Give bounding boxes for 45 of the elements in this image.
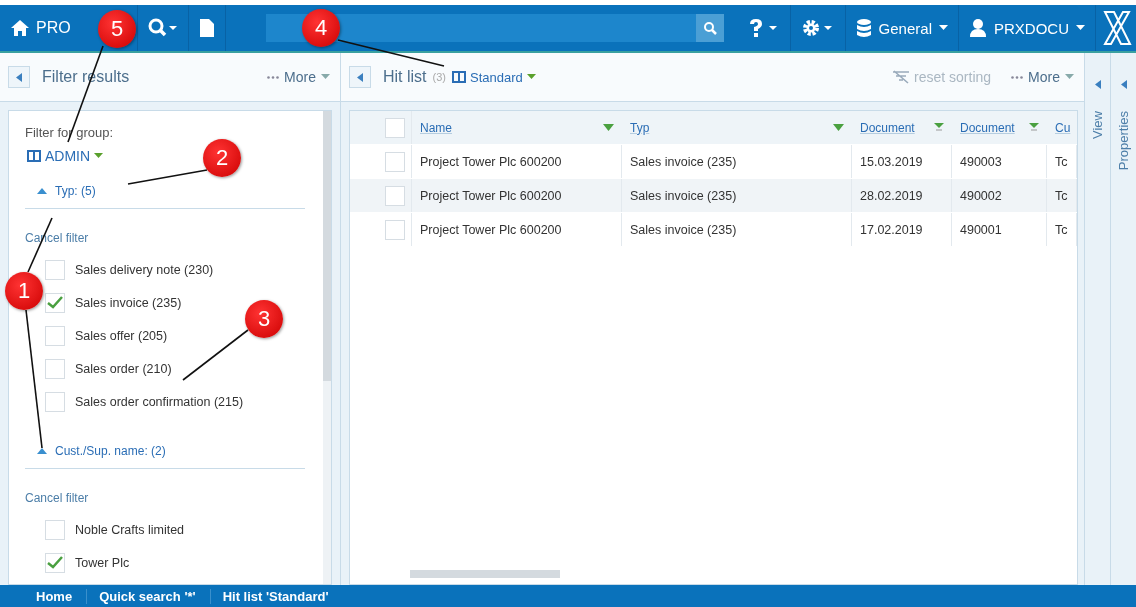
cancel-filter-link[interactable]: Cancel filter [25,491,305,505]
table-cell: Sales invoice (235) [622,145,852,178]
table-cell: Tc [1047,179,1077,212]
database-menu[interactable]: General [845,5,959,51]
table-cell: Project Tower Plc 600200 [412,179,622,212]
option-label: Noble Crafts limited [75,522,185,537]
breadcrumb-link[interactable]: Quick search '*' [86,588,210,604]
app-logo: PRO [36,19,71,37]
table-cell: 28.02.2019 [852,179,952,212]
column-header[interactable]: Name [420,120,452,135]
option-label: Sales invoice (235) [75,295,182,310]
view-dropdown[interactable]: Standard [452,69,536,85]
table-cell: Tc [1047,213,1077,246]
column-header[interactable]: Typ [630,120,650,135]
panel-title: Hit list [383,68,427,86]
option-label: Sales order confirmation (215) [75,394,244,409]
option-label: Sales delivery note (230) [75,262,214,277]
table-cell: Sales invoice (235) [622,179,852,212]
more-button[interactable]: More [267,69,330,85]
table-cell: Tc [1047,145,1077,178]
side-tab[interactable]: Properties [1116,111,1131,171]
option-label: Tower Plc [75,555,130,570]
hit-count: (3) [432,71,446,83]
table-cell: Sales invoice (235) [622,213,852,246]
section-header[interactable]: Cust./Sup. name: (2) [25,438,305,469]
side-tab[interactable]: View [1090,111,1105,139]
table-cell: 15.03.2019 [852,145,952,178]
table-cell: Project Tower Plc 600200 [412,145,622,178]
breadcrumb-link[interactable]: Hit list 'Standard' [209,588,343,604]
column-header[interactable]: Document [960,120,1015,135]
column-header[interactable]: Document [860,120,915,135]
group-dropdown[interactable]: ADMIN [25,148,106,164]
breadcrumb-link[interactable]: Home [0,588,87,604]
table-cell: 17.02.2019 [852,213,952,246]
table-cell: 490002 [952,179,1047,212]
column-header[interactable]: Cu [1055,120,1071,135]
group-label: Filter for group: [25,125,115,140]
user-menu[interactable]: PRXDOCU [959,5,1096,51]
table-cell: Project Tower Plc 600200 [412,213,622,246]
option-label: Sales offer (205) [75,328,168,343]
table-cell: 490003 [952,145,1047,178]
table-cell: 490001 [952,213,1047,246]
more-button[interactable]: More [1011,69,1074,85]
section-header[interactable]: Typ: (5) [25,178,305,209]
option-label: Sales order (210) [75,361,172,376]
